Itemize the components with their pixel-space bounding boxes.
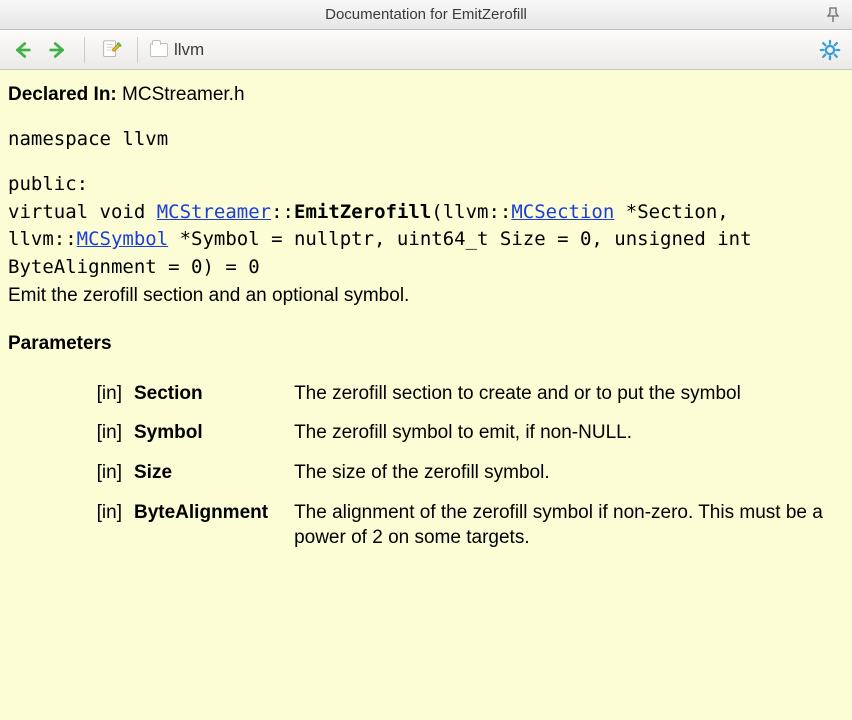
folder-icon (150, 43, 168, 57)
parameters-table: [in] Section The zerofill section to cre… (68, 367, 844, 565)
toolbar-separator (137, 37, 138, 63)
nav-forward-button[interactable] (44, 36, 72, 64)
param-name: Size (128, 460, 288, 486)
link-mcstreamer[interactable]: MCStreamer (157, 201, 271, 223)
declared-in-label: Declared In: (8, 84, 117, 105)
namespace-line: namespace llvm (8, 126, 844, 154)
window-title: Documentation for EmitZerofill (325, 6, 527, 23)
table-row: [in] ByteAlignment The alignment of the … (68, 500, 844, 551)
nav-back-button[interactable] (8, 36, 36, 64)
declared-in-line: Declared In: MCStreamer.h (8, 82, 844, 108)
param-desc: The zerofill section to create and or to… (288, 381, 844, 407)
parameters-heading: Parameters (8, 331, 844, 357)
param-desc: The zerofill symbol to emit, if non-NULL… (288, 420, 844, 446)
titlebar: Documentation for EmitZerofill (0, 0, 852, 30)
method-description: Emit the zerofill section and an optiona… (8, 283, 844, 309)
signature-line: virtual void MCStreamer::EmitZerofill(ll… (8, 199, 844, 282)
param-desc: The alignment of the zerofill symbol if … (288, 500, 844, 551)
method-name: EmitZerofill (294, 201, 431, 223)
link-mcsymbol[interactable]: MCSymbol (77, 228, 169, 250)
breadcrumb[interactable]: llvm (150, 40, 204, 60)
pin-icon[interactable] (824, 6, 842, 24)
content-area: Declared In: MCStreamer.h namespace llvm… (0, 70, 852, 565)
param-name: ByteAlignment (128, 500, 288, 551)
param-direction: [in] (68, 381, 128, 407)
settings-button[interactable] (816, 36, 844, 64)
param-direction: [in] (68, 420, 128, 446)
param-direction: [in] (68, 500, 128, 551)
param-desc: The size of the zerofill symbol. (288, 460, 844, 486)
table-row: [in] Symbol The zerofill symbol to emit,… (68, 420, 844, 446)
table-row: [in] Size The size of the zerofill symbo… (68, 460, 844, 486)
param-direction: [in] (68, 460, 128, 486)
table-row: [in] Section The zerofill section to cre… (68, 381, 844, 407)
param-name: Symbol (128, 420, 288, 446)
param-name: Section (128, 381, 288, 407)
toolbar-separator (84, 37, 85, 63)
toolbar: llvm (0, 30, 852, 70)
breadcrumb-label: llvm (174, 40, 204, 60)
access-line: public: (8, 171, 844, 199)
edit-document-button[interactable] (97, 36, 125, 64)
signature-block: namespace llvm public: virtual void MCSt… (8, 126, 844, 282)
link-mcsection[interactable]: MCSection (511, 201, 614, 223)
declared-in-file: MCStreamer.h (122, 84, 244, 105)
